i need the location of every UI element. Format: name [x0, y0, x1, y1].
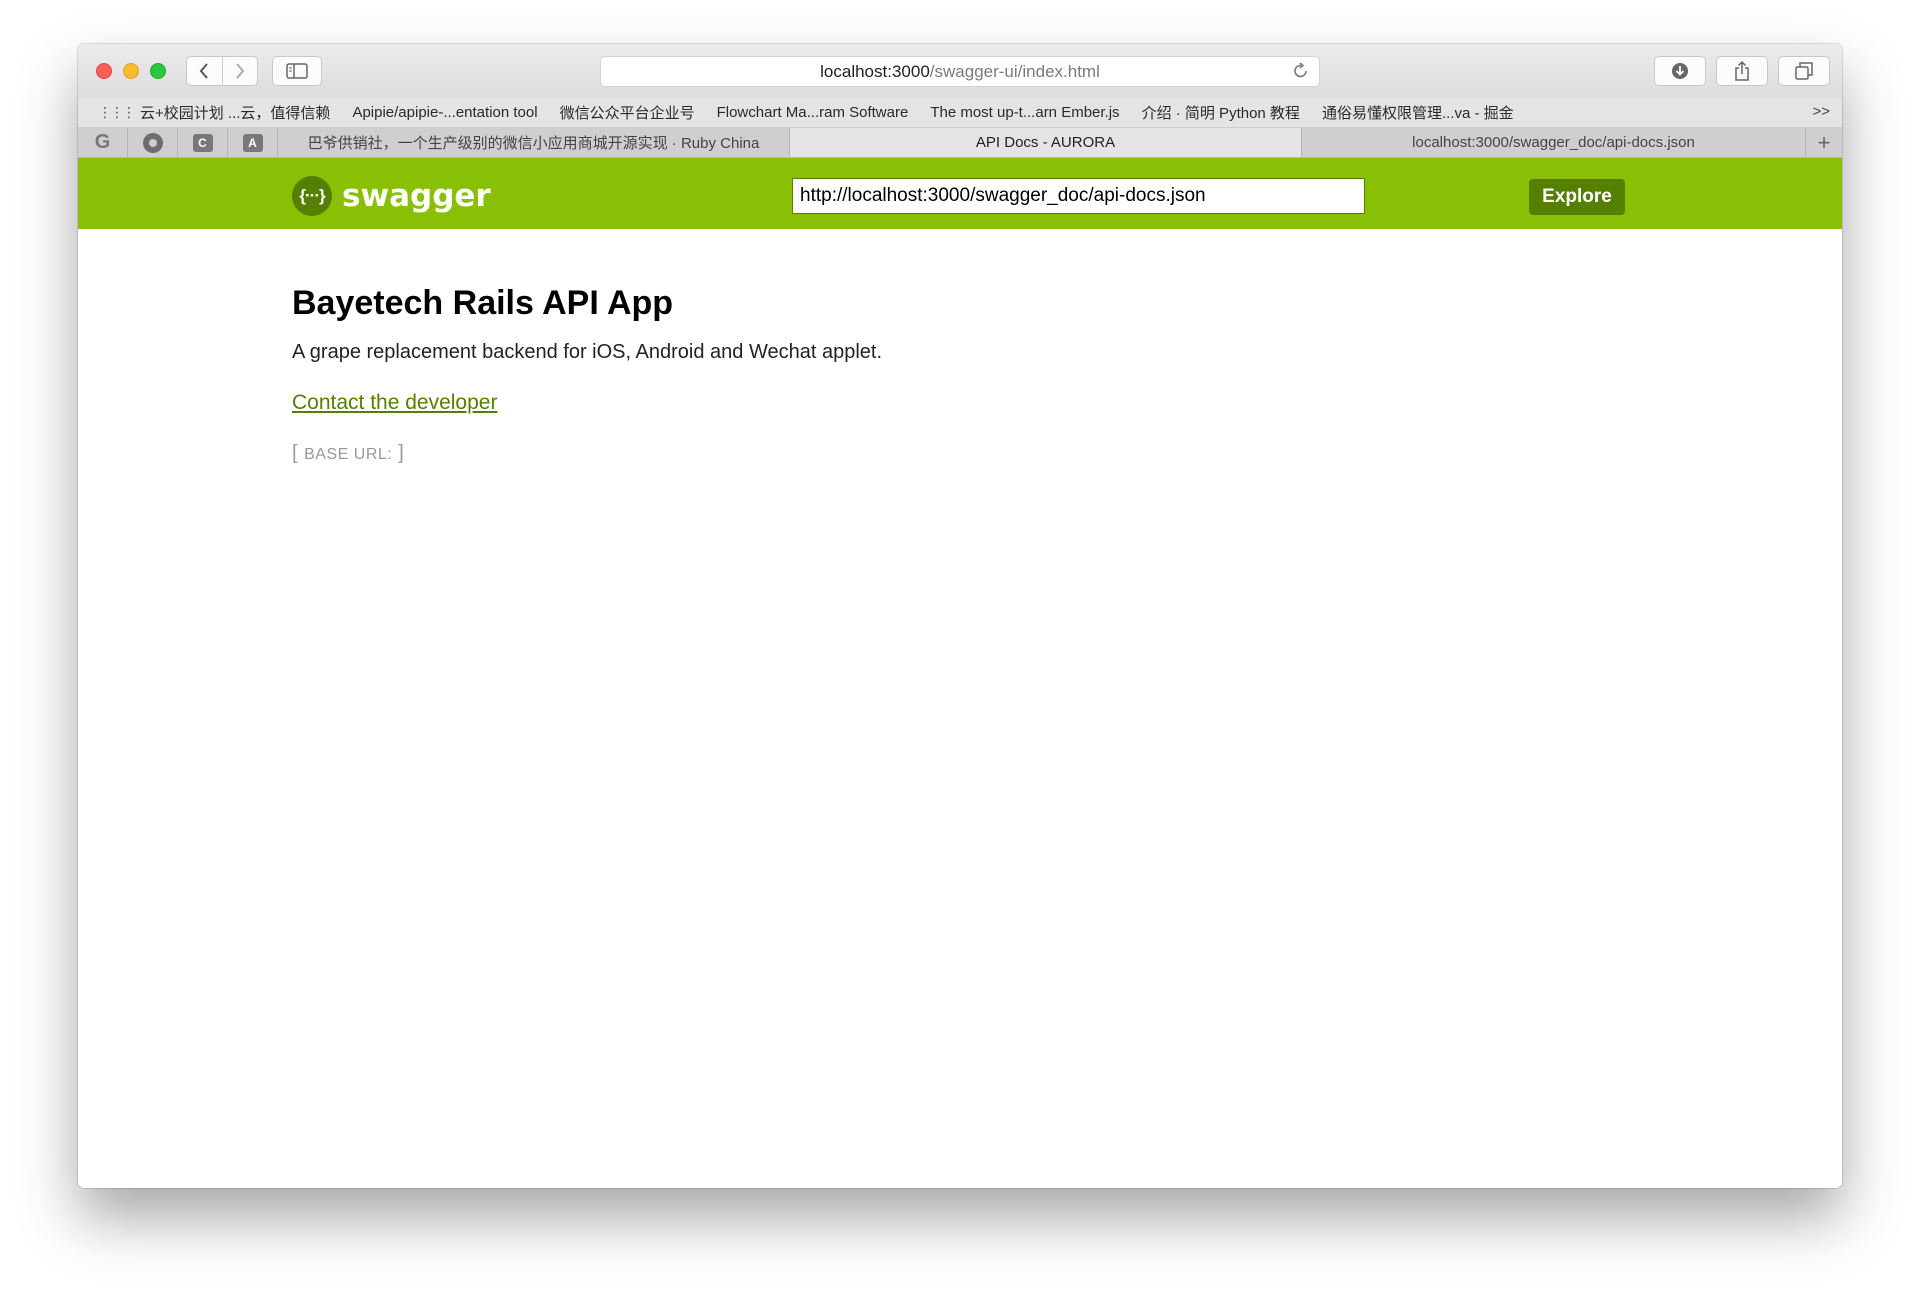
back-button[interactable] [187, 57, 222, 85]
tabs-icon [1795, 62, 1813, 80]
address-path: /swagger-ui/index.html [929, 61, 1100, 81]
tab-api-docs[interactable]: API Docs - AURORA [790, 128, 1302, 157]
bookmark-item[interactable]: 微信公众平台企业号 [560, 102, 695, 123]
swagger-logo-text: swagger [342, 178, 491, 214]
reload-icon[interactable] [1293, 62, 1309, 85]
swagger-header: {···} swagger Explore [78, 158, 1842, 229]
pinned-tab-google[interactable]: G [78, 128, 128, 157]
downloads-button[interactable] [1654, 56, 1706, 86]
tab-overview-button[interactable] [1778, 56, 1830, 86]
github-icon [142, 132, 163, 153]
base-url-label: BASE URL: [304, 446, 393, 463]
pinned-tab-a[interactable]: A [228, 128, 278, 157]
pinned-tab-github[interactable] [128, 128, 178, 157]
share-button[interactable] [1716, 56, 1768, 86]
api-url-input[interactable] [792, 178, 1365, 214]
sidebar-icon [286, 63, 308, 79]
swagger-logo-icon: {···} [292, 176, 332, 216]
base-url: [ BASE URL: ] [292, 442, 405, 464]
a-icon: A [242, 133, 263, 152]
bookmark-item[interactable]: 云+校园计划 ...云，值得信赖 [140, 102, 330, 123]
tab-ruby-china[interactable]: 巴爷供销社，一个生产级别的微信小应用商城开源实现 · Ruby China [278, 128, 790, 157]
google-icon: G [94, 131, 111, 153]
bookmark-item[interactable]: Apipie/apipie-...entation tool [352, 104, 537, 121]
api-info: Bayetech Rails API App A grape replaceme… [292, 284, 882, 465]
contact-developer-link[interactable]: Contact the developer [292, 391, 497, 415]
bookmark-item[interactable]: 介绍 · 简明 Python 教程 [1142, 102, 1300, 123]
tab-bar: G C A 巴爷供销社，一个生产级别的微信小应用商城开源实现 · Ruby Ch… [78, 128, 1842, 158]
bookmarks-more-button[interactable]: >> [1812, 103, 1830, 120]
pinned-tab-c[interactable]: C [178, 128, 228, 157]
bookmark-item[interactable]: Flowchart Ma...ram Software [717, 104, 909, 121]
zoom-window-button[interactable] [150, 63, 166, 79]
tab-api-json[interactable]: localhost:3000/swagger_doc/api-docs.json [1302, 128, 1806, 157]
api-title: Bayetech Rails API App [292, 284, 674, 322]
nav-buttons [186, 56, 258, 86]
swagger-logo[interactable]: {···} swagger [292, 176, 491, 216]
forward-button[interactable] [221, 57, 258, 85]
c-icon: C [192, 133, 213, 152]
bookmarks-bar: ⋮⋮⋮ 云+校园计划 ...云，值得信赖 Apipie/apipie-...en… [78, 98, 1842, 128]
bookmark-item[interactable]: The most up-t...arn Ember.js [930, 104, 1119, 121]
share-icon [1735, 61, 1749, 81]
download-icon [1672, 63, 1688, 79]
api-description: A grape replacement backend for iOS, And… [292, 341, 882, 363]
new-tab-button[interactable]: + [1806, 128, 1842, 157]
sidebar-toggle-button[interactable] [272, 56, 322, 86]
grid-icon[interactable]: ⋮⋮⋮ [98, 104, 136, 121]
bookmark-item[interactable]: 通俗易懂权限管理...va - 掘金 [1322, 102, 1514, 123]
chevron-right-icon [235, 63, 245, 79]
close-window-button[interactable] [96, 63, 112, 79]
browser-window: localhost:3000/swagger-ui/index.html ⋮⋮⋮… [78, 44, 1842, 1188]
address-host: localhost:3000 [820, 61, 930, 81]
explore-button[interactable]: Explore [1529, 179, 1625, 215]
address-bar[interactable]: localhost:3000/swagger-ui/index.html [600, 56, 1320, 87]
chevron-left-icon [199, 63, 209, 79]
browser-toolbar: localhost:3000/swagger-ui/index.html [78, 44, 1842, 98]
minimize-window-button[interactable] [123, 63, 139, 79]
